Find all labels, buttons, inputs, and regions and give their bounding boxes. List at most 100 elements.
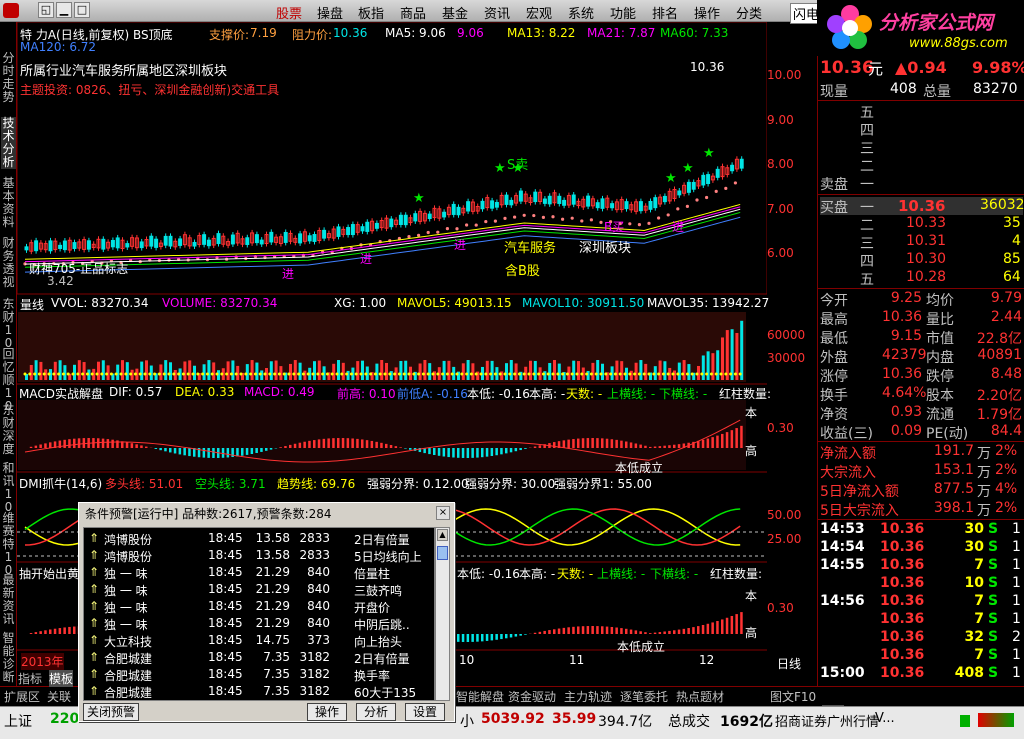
left-tab-fenshi[interactable]: 分时走势 bbox=[1, 52, 16, 104]
qrfj1-value: 强弱分界: 0.12.00 bbox=[367, 477, 469, 491]
left-tab-hexun[interactable]: 和讯10 bbox=[1, 462, 16, 514]
scroll-thumb[interactable] bbox=[437, 546, 448, 560]
btab-zhuli[interactable]: 主力轨迹 bbox=[564, 688, 612, 705]
alert-row[interactable]: ⇑ 独 一 味 18:45 21.29 840 中阴后跳.. bbox=[84, 615, 434, 632]
macd-bar bbox=[322, 438, 326, 448]
volume-bar bbox=[466, 360, 470, 380]
candle-body bbox=[509, 199, 514, 206]
vol-dot bbox=[373, 372, 377, 376]
alert-list-scrollbar[interactable]: ▲ bbox=[435, 527, 450, 701]
menu-zixun[interactable]: 资讯 bbox=[484, 3, 510, 22]
menu-xitong[interactable]: 系统 bbox=[568, 3, 594, 22]
btab-zhubi[interactable]: 逐笔委托 bbox=[620, 688, 668, 705]
maximize-icon[interactable]: □ bbox=[74, 2, 90, 18]
volume-bar bbox=[140, 361, 144, 380]
macd-bar bbox=[169, 448, 172, 453]
left-tab-caiwu[interactable]: 财务透视 bbox=[1, 237, 16, 289]
alert-row[interactable]: ⇑ 独 一 味 18:45 21.29 840 三鼓齐鸣 bbox=[84, 581, 434, 598]
menu-caopan[interactable]: 操盘 bbox=[317, 3, 343, 22]
btab-redian[interactable]: 热点题材 bbox=[676, 688, 724, 705]
macd-bar bbox=[202, 448, 206, 458]
alert-row[interactable]: ⇑ 合肥城建 18:45 7.35 3182 换手率 bbox=[84, 666, 434, 683]
alert-row[interactable]: ⇑ 合肥城建 18:45 7.35 3182 60大于135 bbox=[84, 683, 434, 700]
dot-marker bbox=[628, 222, 632, 226]
btab-zhibiao[interactable]: 指标 bbox=[18, 670, 42, 687]
menu-caozuo[interactable]: 操作 bbox=[694, 3, 720, 22]
candle-body bbox=[192, 241, 197, 247]
dot-marker bbox=[657, 216, 661, 220]
left-tab-shendu[interactable]: 东财深度 bbox=[1, 404, 16, 456]
dialog-title[interactable]: 条件预警[运行中] 品种数:2617,预警条数:284 bbox=[81, 505, 452, 523]
dot-marker bbox=[647, 221, 651, 225]
menu-shangpin[interactable]: 商品 bbox=[400, 3, 426, 22]
tick-list[interactable]: 14:53 10.36 30 S 1 14:54 10.36 30 S 1 14:55 10.36 7 S… bbox=[818, 521, 1024, 685]
vol-dot bbox=[268, 372, 272, 376]
buy-5-price: 10.28 bbox=[906, 269, 947, 285]
kongtou-value: 空头线: 3.71 bbox=[195, 477, 266, 491]
btab-zijin[interactable]: 资金驱动 bbox=[508, 688, 556, 705]
alert-row[interactable]: ⇑ 鸿博股份 18:45 13.58 2833 2日有倍量 bbox=[84, 530, 434, 547]
menu-banzhi[interactable]: 板指 bbox=[358, 3, 384, 22]
btab-kuozhan[interactable]: 扩展区 bbox=[4, 688, 40, 705]
candle-body bbox=[480, 200, 485, 210]
alert-volume: 373 bbox=[307, 633, 330, 647]
menu-jijin[interactable]: 基金 bbox=[442, 3, 468, 22]
menu-gongneng[interactable]: 功能 bbox=[610, 3, 636, 22]
candle-body bbox=[269, 231, 274, 243]
menu-paiming[interactable]: 排名 bbox=[652, 3, 678, 22]
buy-2-label: 二 bbox=[860, 218, 874, 234]
vol-dot bbox=[157, 372, 161, 376]
third-bar bbox=[629, 629, 633, 634]
resist-value: 10.36 bbox=[333, 26, 368, 40]
date-year: 2013年 bbox=[21, 653, 64, 670]
period-label[interactable]: 日线 bbox=[777, 655, 801, 672]
settings-button[interactable]: 设置 bbox=[405, 703, 445, 721]
left-tab-zuixin[interactable]: 最新资讯 bbox=[1, 574, 16, 626]
left-tab-dongcai[interactable]: 东财10 bbox=[1, 298, 16, 350]
left-tab-zhineng[interactable]: 智能诊断 bbox=[1, 632, 16, 684]
volume-bar bbox=[34, 360, 38, 380]
btab-guanlian[interactable]: 关联 bbox=[47, 688, 71, 705]
alert-row[interactable]: ⇑ 鸿博股份 18:45 13.58 2833 5日均线向上 bbox=[84, 547, 434, 564]
buy-4: 四 10.30 85 bbox=[820, 251, 1023, 270]
tick-count: 1 bbox=[1012, 539, 1021, 555]
macd-benchengli: 本低成立 bbox=[615, 461, 664, 475]
dialog-close-icon[interactable]: × bbox=[436, 506, 450, 520]
left-tab-weisaite[interactable]: 维赛特10 bbox=[1, 512, 16, 577]
alert-row[interactable]: ⇑ 独 一 味 18:45 21.29 840 开盘价 bbox=[84, 598, 434, 615]
macd-bar bbox=[452, 448, 455, 458]
analyze-button[interactable]: 分析 bbox=[356, 703, 396, 721]
alert-price: 7.35 bbox=[263, 650, 290, 664]
dot-marker bbox=[561, 217, 565, 221]
volume-bar bbox=[514, 363, 518, 380]
close-alert-button[interactable]: 关闭预警 bbox=[83, 703, 139, 721]
menu-hongguan[interactable]: 宏观 bbox=[526, 3, 552, 22]
restore-icon[interactable]: ◱ bbox=[38, 2, 54, 18]
menu-fenlei[interactable]: 分类 bbox=[736, 3, 762, 22]
candle-body bbox=[115, 237, 120, 249]
left-tab-jishu[interactable]: 技术分析 bbox=[1, 117, 16, 169]
sh-index-label[interactable]: 上证 bbox=[4, 711, 32, 731]
macd-bar bbox=[581, 438, 585, 448]
alert-row[interactable]: ⇑ 合肥城建 18:45 7.35 3182 2日有倍量 bbox=[84, 649, 434, 666]
btab-zhineng[interactable]: 智能解盘 bbox=[456, 688, 504, 705]
menu-gupiao[interactable]: 股票 bbox=[276, 3, 302, 22]
alert-row[interactable]: ⇑ 独 一 味 18:45 21.29 840 倍量柱 bbox=[84, 564, 434, 581]
vol-dot bbox=[445, 372, 449, 376]
btab-f10[interactable]: 图文F10 bbox=[770, 688, 816, 705]
btab-muban[interactable]: 模板 bbox=[49, 670, 74, 687]
alert-condition: 倍量柱 bbox=[354, 567, 391, 581]
vol-dot bbox=[105, 372, 109, 376]
left-tab-jiben[interactable]: 基本资料 bbox=[1, 177, 16, 229]
operate-button[interactable]: 操作 bbox=[307, 703, 347, 721]
third-bar bbox=[471, 634, 474, 642]
minimize-icon[interactable]: ▁ bbox=[56, 2, 72, 18]
flow-unit: 万 bbox=[977, 446, 991, 462]
alert-row[interactable]: ⇑ 大立科技 18:45 14.75 373 向上抬头 bbox=[84, 632, 434, 649]
alert-list[interactable]: ⇑ 鸿博股份 18:45 13.58 2833 2日有倍量 ⇑ 鸿博股份 18:45 13.58 2… bbox=[83, 527, 435, 701]
macd-bar bbox=[625, 441, 628, 448]
third-bar bbox=[567, 627, 570, 634]
s-sell-label: S卖 bbox=[507, 158, 529, 173]
macd-bar bbox=[653, 446, 657, 448]
vol-dot bbox=[465, 372, 469, 376]
